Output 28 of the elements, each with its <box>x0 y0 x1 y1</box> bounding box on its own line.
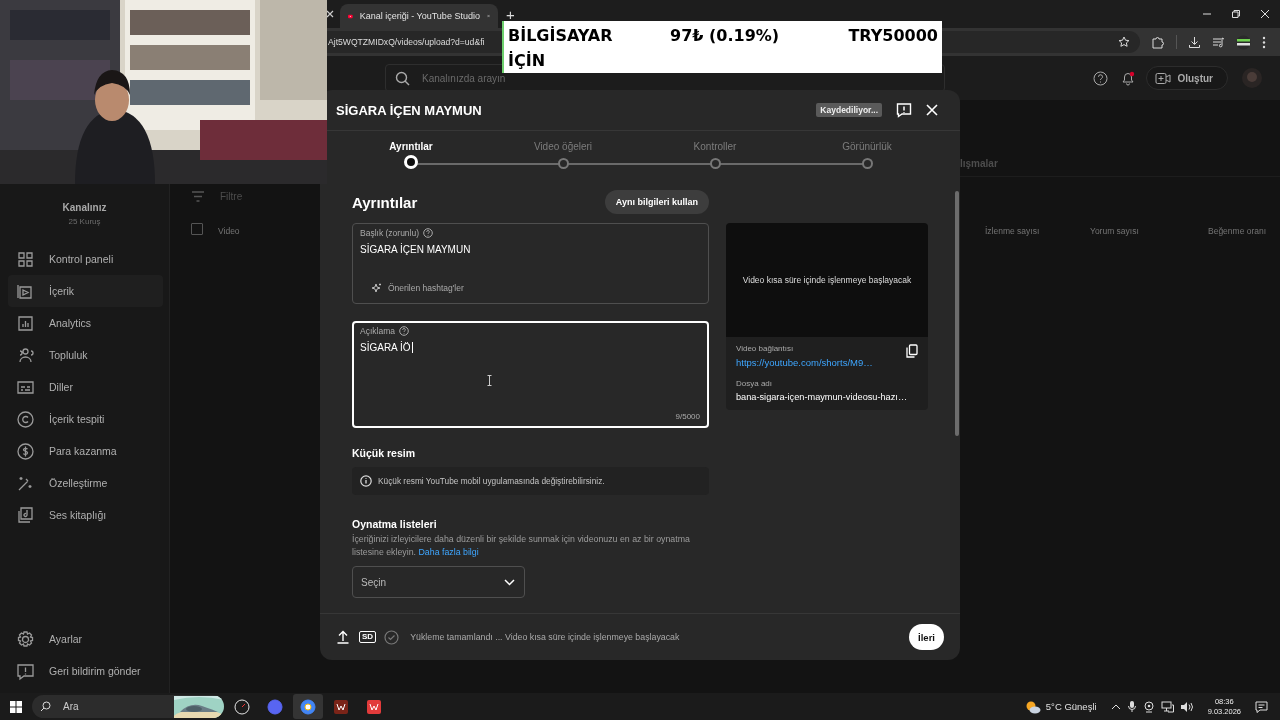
save-status: Kaydediliyor... <box>816 103 882 117</box>
quality-badge: SD <box>359 631 377 643</box>
upload-status: Yükleme tamamlandı ... Video kısa süre içinde işlenmeye başlayacak <box>410 632 680 642</box>
dialog-title: SİGARA İÇEN MAYMUN <box>336 102 482 118</box>
tab-title: Kanal içeriği - YouTube Studio <box>359 11 480 21</box>
field-label: Açıklama <box>360 326 395 336</box>
info-label: Dosya adı <box>736 379 774 388</box>
section-heading: Oynatma listeleri <box>352 518 438 530</box>
preview-message: Video kısa süre içinde işlenmeye başlayacak <box>742 275 912 285</box>
url-text: Ajt5WQTZMIDxQ/videos/upload?d=ud&fi <box>328 37 485 47</box>
field-value: SİGARA İÖ <box>360 342 414 353</box>
channel-name: Kanalınız <box>61 202 108 213</box>
section-heading: Küçük resim <box>352 447 417 459</box>
column-header: Yorum sayısı <box>1090 226 1139 236</box>
ticker-change: 97₺ (0.19%) <box>670 25 781 47</box>
column-header: Beğenme oranı <box>1208 226 1267 236</box>
column-header: Video <box>218 226 240 236</box>
section-title: Ayrıntılar <box>352 193 418 211</box>
playlist-description: İçeriğinizi izleyicilere daha düzenli bir şekilde sunmak için videonuzu en az bir oynatma listesine ekleyin. Daha fazla bilgi <box>352 533 691 559</box>
character-counter: 9/5000 <box>675 412 700 421</box>
field-label: Başlık (zorunlu) <box>360 228 420 238</box>
ticker-price: TRY50000 <box>847 25 938 47</box>
file-name: bana-sigara-içen-maymun-videosu-hazı… <box>736 392 909 402</box>
info-text: Küçük resmi YouTube mobil uygulamasında değiştirebilirsiniz. <box>378 476 605 486</box>
info-label: Video bağlantısı <box>736 344 795 353</box>
field-value: SİGARA İÇEN MAYMUN <box>360 244 472 255</box>
channel-subtitle: 25 Kuruş <box>67 217 102 226</box>
column-header: İzlenme sayısı <box>985 226 1040 236</box>
